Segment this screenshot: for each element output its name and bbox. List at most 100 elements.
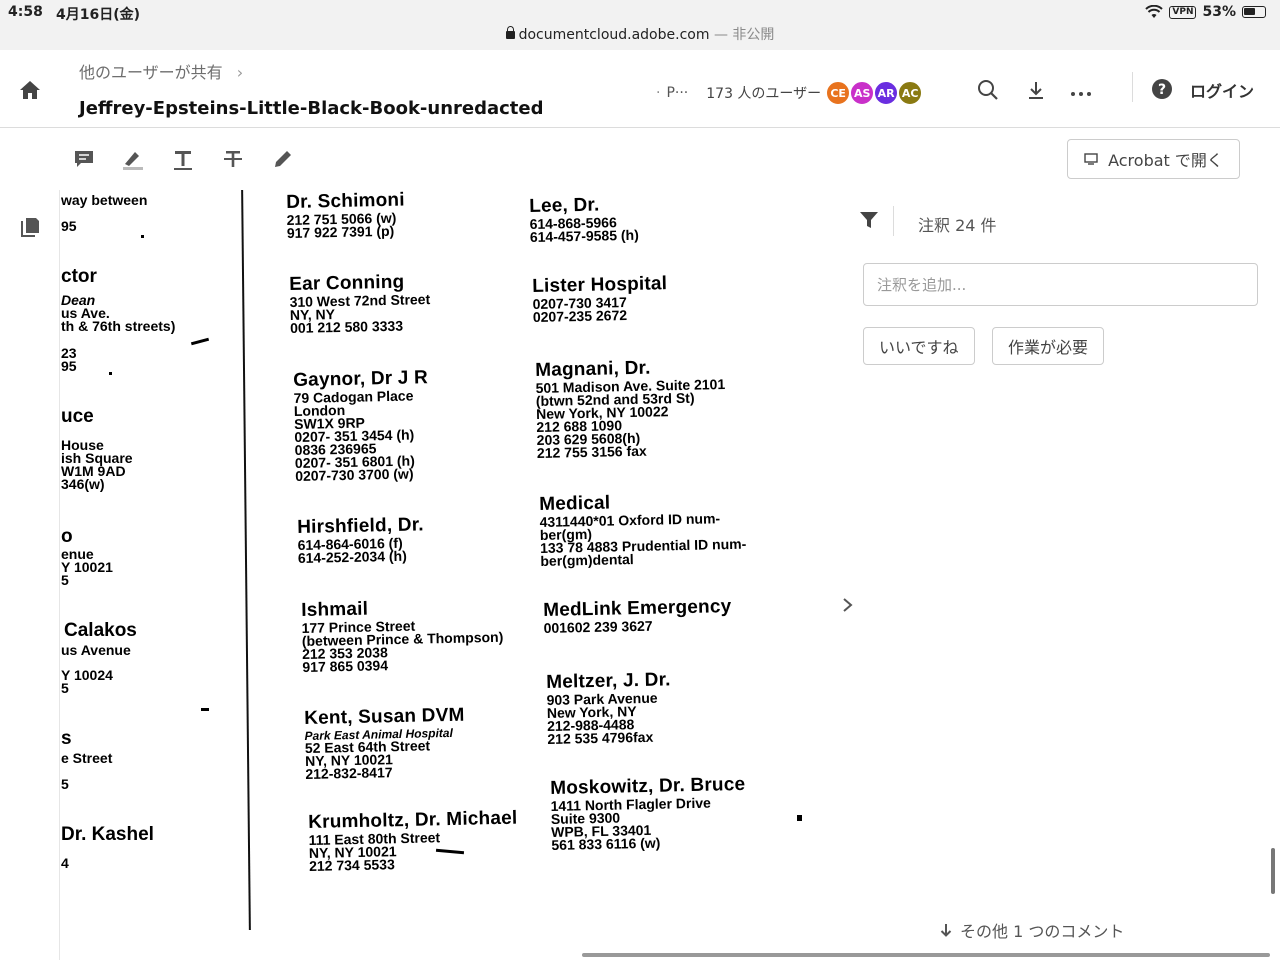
contact-entry: Lee, Dr. 614-868-5966 614-457-9585 (h) xyxy=(529,194,639,245)
share-info[interactable]: · P··· 173 人のユーザー CE AS AR AC xyxy=(656,80,924,106)
vpn-badge: VPN xyxy=(1169,5,1197,19)
contact-line: 212-832-8417 xyxy=(305,764,393,782)
contact-entry: Hirshfield, Dr. 614-864-6016 (f) 614-252… xyxy=(297,514,425,566)
app-header: 他のユーザーが共有 › Jeffrey-Epsteins-Little-Black… xyxy=(0,50,1280,128)
avatar[interactable]: AR xyxy=(873,80,900,106)
contact-entry: Meltzer, J. Dr. 903 Park Avenue New York… xyxy=(546,669,672,747)
highlight-icon[interactable] xyxy=(121,147,145,171)
open-in-acrobat-button[interactable]: Acrobat で開く xyxy=(1067,139,1240,179)
left-fragment: us Avenue xyxy=(61,642,131,658)
scan-speck xyxy=(190,337,210,346)
contact-entry: Moskowitz, Dr. Bruce 1411 North Flagler … xyxy=(550,774,747,853)
battery-icon xyxy=(1242,6,1266,18)
status-indicators: VPN 53% xyxy=(1145,4,1266,20)
contact-entry: Ishmail 177 Prince Street (between Princ… xyxy=(301,596,504,675)
users-count: 173 人のユーザー xyxy=(706,86,822,102)
search-icon[interactable] xyxy=(976,78,1000,102)
left-fragment: o xyxy=(61,526,73,547)
contact-line: 001602 239 3627 xyxy=(543,617,653,636)
left-fragment: Calakos xyxy=(64,620,137,641)
contact-entry: Kent, Susan DVM Park East Animal Hospita… xyxy=(304,705,466,782)
left-fragment: 95 xyxy=(61,218,77,234)
draw-icon[interactable] xyxy=(271,147,295,171)
document-page[interactable]: way between 95 ctor Dean us Ave. th & 76… xyxy=(61,190,909,960)
contact-entry: Magnani, Dr. 501 Madison Ave. Suite 2101… xyxy=(535,356,727,461)
horizontal-scrollbar[interactable] xyxy=(582,953,1270,957)
avatar[interactable]: CE xyxy=(825,80,852,106)
left-fragment: th & 76th streets) xyxy=(61,318,176,334)
url-separator: — xyxy=(713,27,728,43)
breadcrumb[interactable]: 他のユーザーが共有 › xyxy=(79,59,243,83)
left-fragment: ctor xyxy=(61,266,97,287)
status-time: 4:58 xyxy=(8,4,43,20)
add-comment-input[interactable] xyxy=(863,263,1258,306)
contact-entry: Gaynor, Dr J R 79 Cadogan Place London S… xyxy=(293,367,430,484)
scan-speck xyxy=(109,372,112,375)
left-fragment: e Street xyxy=(61,750,113,766)
more-comments-link[interactable]: その他 1 つのコメント xyxy=(940,918,1124,942)
contact-line: 001 212 580 3333 xyxy=(289,317,404,336)
vertical-scrollbar[interactable] xyxy=(1271,848,1275,894)
contact-line: 917 922 7391 (p) xyxy=(286,222,395,241)
comment-count: 注釈 24 件 xyxy=(918,216,997,235)
contact-line: 212 535 4796fax xyxy=(547,728,654,747)
monitor-icon xyxy=(1084,153,1098,165)
contact-line: 0207-730 3700 (w) xyxy=(295,465,414,484)
download-icon[interactable] xyxy=(1024,78,1048,102)
contact-line: 561 833 6116 (w) xyxy=(551,834,661,853)
strikethrough-icon[interactable] xyxy=(221,147,245,171)
wifi-icon xyxy=(1145,5,1164,18)
lock-icon xyxy=(505,26,515,39)
column-divider xyxy=(241,190,251,930)
contact-entry: Ear Conning 310 West 72nd Street NY, NY … xyxy=(289,271,431,336)
contact-entry: Medical 4311440*01 Oxford ID num- ber(gm… xyxy=(539,490,747,569)
pages-icon[interactable] xyxy=(18,215,42,239)
avatar[interactable]: AC xyxy=(897,80,924,106)
comment-icon[interactable] xyxy=(72,147,96,171)
avatar-group[interactable]: CE AS AR AC xyxy=(825,80,924,106)
contact-line: 212 734 5533 xyxy=(308,856,395,874)
left-fragment: Dr. Kashel xyxy=(61,824,154,845)
annotation-toolbar: Acrobat で開く xyxy=(0,129,1280,190)
avatar[interactable]: AS xyxy=(849,80,876,106)
header-divider xyxy=(1132,72,1133,102)
contact-line: 614-457-9585 (h) xyxy=(529,226,639,245)
svg-text:?: ? xyxy=(1158,82,1166,98)
contact-line: 212 755 3156 fax xyxy=(536,442,647,461)
like-chip[interactable]: いいですね xyxy=(863,327,975,365)
contact-entry: Krumholtz, Dr. Michael 111 East 80th Str… xyxy=(308,808,518,874)
contact-line: 614-252-2034 (h) xyxy=(297,547,407,566)
filter-icon[interactable] xyxy=(859,210,879,230)
breadcrumb-label: 他のユーザーが共有 xyxy=(79,63,223,82)
left-fragment: 5 xyxy=(61,680,69,696)
scan-speck xyxy=(797,815,802,821)
left-fragment: way between xyxy=(61,192,148,208)
chevron-right-icon: › xyxy=(236,63,244,82)
left-rail xyxy=(0,190,60,960)
scan-speck xyxy=(201,708,209,711)
status-bar: 4:58 4月16日(金) VPN 53% documentcloud.adob… xyxy=(0,0,1280,50)
left-fragment: 346(w) xyxy=(61,476,105,492)
left-fragment: uce xyxy=(61,406,94,427)
left-fragment: 95 xyxy=(61,358,77,374)
left-fragment: s xyxy=(61,728,72,749)
home-icon[interactable] xyxy=(18,78,42,102)
url-domain: documentcloud.adobe.com xyxy=(518,27,710,43)
share-dot: · xyxy=(656,85,661,101)
share-page: P··· xyxy=(666,85,689,101)
more-icon[interactable] xyxy=(1069,78,1093,102)
left-fragment: 5 xyxy=(61,776,69,792)
url-bar[interactable]: documentcloud.adobe.com — 非公開 xyxy=(0,24,1280,44)
left-fragment: 4 xyxy=(61,855,69,871)
scan-speck xyxy=(141,235,144,238)
contact-line: 0207-235 2672 xyxy=(532,307,628,325)
chevron-right-icon[interactable] xyxy=(838,595,858,615)
action-needed-chip[interactable]: 作業が必要 xyxy=(992,327,1105,365)
login-button[interactable]: ログイン xyxy=(1190,78,1254,102)
left-fragment: 5 xyxy=(61,572,69,588)
more-comments-label: その他 1 つのコメント xyxy=(960,922,1125,941)
url-privacy: 非公開 xyxy=(732,27,775,43)
text-icon[interactable] xyxy=(171,147,195,171)
battery-percent: 53% xyxy=(1202,4,1236,20)
help-icon[interactable]: ? xyxy=(1150,77,1174,101)
